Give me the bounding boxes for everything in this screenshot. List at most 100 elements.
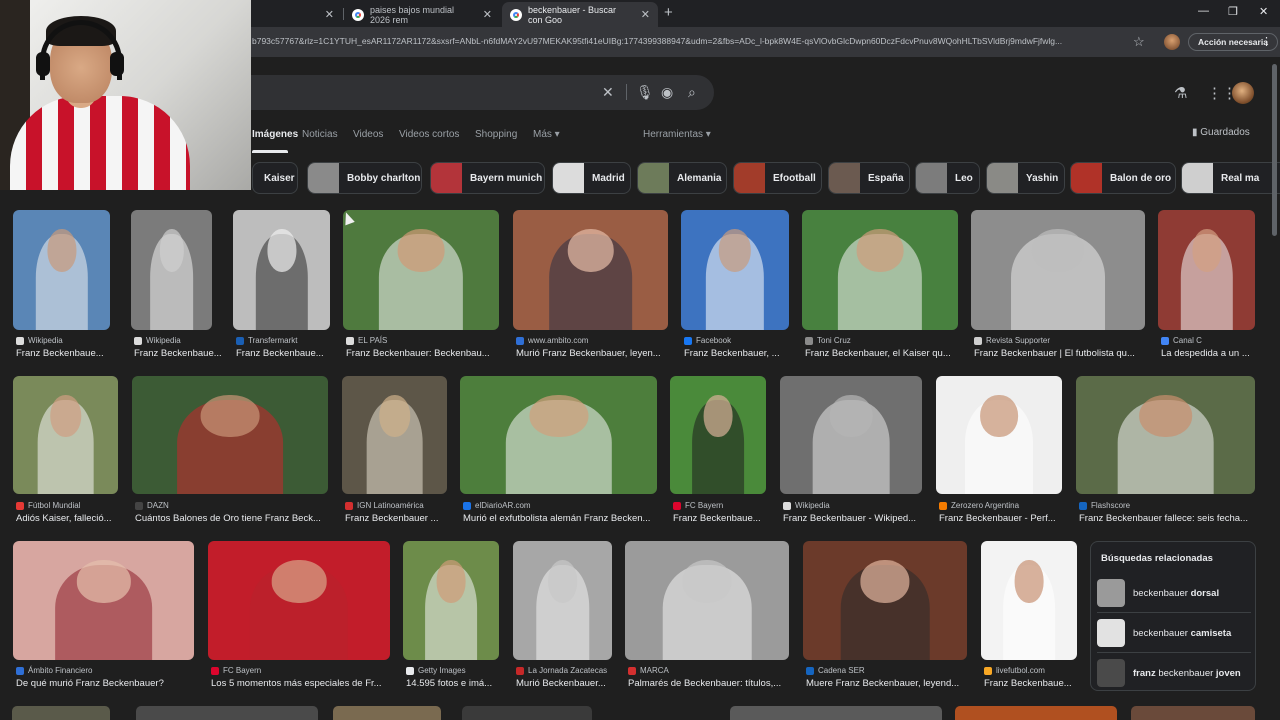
image-result-partial[interactable]: [333, 706, 441, 720]
image-result-partial[interactable]: [1131, 706, 1255, 720]
voice-search-icon[interactable]: 🎙: [636, 84, 654, 101]
url-field[interactable]: b793c57767&rlz=1C1YTUH_esAR1172AR1172&sx…: [252, 36, 1122, 46]
result-source[interactable]: Fútbol Mundial: [16, 501, 80, 510]
result-source[interactable]: IGN Latinoamérica: [345, 501, 424, 510]
chip-kaiser[interactable]: Kaiser: [252, 162, 298, 194]
image-result-partial[interactable]: [12, 706, 110, 720]
minimize-icon[interactable]: —: [1198, 5, 1209, 17]
result-source[interactable]: FC Bayern: [673, 501, 723, 510]
saved-button[interactable]: ▮ Guardados: [1192, 127, 1250, 138]
result-source[interactable]: FC Bayern: [211, 666, 261, 675]
image-result-thumbnail[interactable]: [1158, 210, 1255, 330]
chip-alemania[interactable]: Alemania: [637, 162, 727, 194]
related-search-item[interactable]: beckenbauer dorsal: [1097, 578, 1251, 608]
chip-leo[interactable]: Leo: [915, 162, 980, 194]
result-caption[interactable]: Franz Beckenbaue...: [134, 348, 222, 359]
result-caption[interactable]: Franz Beckenbauer - Perf...: [939, 513, 1056, 524]
result-caption[interactable]: De qué murió Franz Beckenbauer?: [16, 678, 164, 689]
image-result-thumbnail[interactable]: [131, 210, 212, 330]
tab-short-videos[interactable]: Videos cortos: [399, 129, 459, 140]
browser-tab[interactable]: ✕: [252, 2, 342, 27]
more-menu-icon[interactable]: ⋮: [1261, 35, 1272, 48]
result-source[interactable]: Revista Supporter: [974, 336, 1050, 345]
image-result-thumbnail[interactable]: [670, 376, 766, 494]
image-result-partial[interactable]: [730, 706, 942, 720]
lens-search-icon[interactable]: ◉: [661, 84, 673, 101]
clear-search-icon[interactable]: ✕: [602, 84, 614, 101]
search-icon[interactable]: ⌕: [688, 84, 696, 101]
chip-espana[interactable]: España: [828, 162, 910, 194]
result-caption[interactable]: Muere Franz Beckenbauer, leyend...: [806, 678, 959, 689]
image-result-thumbnail[interactable]: [513, 541, 612, 660]
result-source[interactable]: Getty Images: [406, 666, 466, 675]
chip-balon-de-oro[interactable]: Balon de oro: [1070, 162, 1176, 194]
result-caption[interactable]: Franz Beckenbauer, ...: [684, 348, 780, 359]
result-caption[interactable]: Adiós Kaiser, falleció...: [16, 513, 112, 524]
result-caption[interactable]: Franz Beckenbauer, el Kaiser qu...: [805, 348, 951, 359]
image-result-partial[interactable]: [136, 706, 318, 720]
image-result-thumbnail[interactable]: [936, 376, 1062, 494]
result-source[interactable]: Cadena SER: [806, 666, 865, 675]
chip-efootball[interactable]: Efootball: [733, 162, 822, 194]
image-result-partial[interactable]: [955, 706, 1117, 720]
image-result-thumbnail[interactable]: [233, 210, 330, 330]
new-tab-icon[interactable]: +: [664, 4, 673, 21]
chip-real-madrid[interactable]: Real ma: [1181, 162, 1280, 194]
result-caption[interactable]: Franz Beckenbauer | El futbolista qu...: [974, 348, 1135, 359]
tab-images[interactable]: Imágenes: [252, 129, 298, 140]
result-caption[interactable]: Franz Beckenbaue...: [16, 348, 104, 359]
image-result-thumbnail[interactable]: [13, 541, 194, 660]
tools-button[interactable]: Herramientas ▾: [643, 129, 711, 140]
result-caption[interactable]: Los 5 momentos más especiales de Fr...: [211, 678, 382, 689]
result-source[interactable]: La Jornada Zacatecas: [516, 666, 607, 675]
chip-yashin[interactable]: Yashin: [986, 162, 1065, 194]
result-source[interactable]: EL PAÍS: [346, 336, 387, 345]
result-caption[interactable]: Palmarés de Beckenbauer: títulos,...: [628, 678, 781, 689]
result-source[interactable]: MARCA: [628, 666, 669, 675]
image-result-thumbnail[interactable]: [780, 376, 922, 494]
close-window-icon[interactable]: ✕: [1259, 5, 1268, 18]
close-tab-icon[interactable]: ✕: [317, 8, 334, 21]
image-result-thumbnail[interactable]: [460, 376, 657, 494]
result-caption[interactable]: Franz Beckenbauer ...: [345, 513, 438, 524]
bookmark-star-icon[interactable]: ☆: [1133, 34, 1145, 50]
image-result-partial[interactable]: [462, 706, 592, 720]
google-account-avatar[interactable]: [1232, 82, 1254, 104]
browser-profile-avatar[interactable]: [1164, 34, 1180, 50]
result-source[interactable]: Zerozero Argentina: [939, 501, 1019, 510]
result-caption[interactable]: Murió el exfutbolista alemán Franz Becke…: [463, 513, 650, 524]
image-result-thumbnail[interactable]: [625, 541, 789, 660]
result-source[interactable]: Canal C: [1161, 336, 1202, 345]
labs-flask-icon[interactable]: ⚗: [1174, 84, 1187, 102]
result-caption[interactable]: 14.595 fotos e imá...: [406, 678, 492, 689]
result-caption[interactable]: Franz Beckenbauer fallece: seis fecha...: [1079, 513, 1248, 524]
image-result-thumbnail[interactable]: [803, 541, 967, 660]
result-caption[interactable]: Franz Beckenbaue...: [236, 348, 324, 359]
result-source[interactable]: elDiarioAR.com: [463, 501, 531, 510]
image-result-thumbnail[interactable]: [343, 210, 499, 330]
browser-tab-active[interactable]: beckenbauer - Buscar con Goo ✕: [502, 2, 658, 27]
page-scrollbar[interactable]: [1272, 64, 1277, 236]
close-tab-icon[interactable]: ✕: [633, 8, 650, 21]
result-source[interactable]: livefutbol.com: [984, 666, 1045, 675]
result-caption[interactable]: Murió Franz Beckenbauer, leyen...: [516, 348, 661, 359]
image-result-thumbnail[interactable]: [13, 210, 110, 330]
result-source[interactable]: Transfermarkt: [236, 336, 298, 345]
related-search-item[interactable]: beckenbauer camiseta: [1097, 618, 1251, 648]
chip-bobby-charlton[interactable]: Bobby charlton: [307, 162, 422, 194]
chip-madrid[interactable]: Madrid: [552, 162, 631, 194]
chip-bayern-munich[interactable]: Bayern munich: [430, 162, 545, 194]
related-search-item[interactable]: franz beckenbauer joven: [1097, 658, 1251, 688]
tab-more[interactable]: Más ▾: [533, 129, 560, 140]
result-source[interactable]: Wikipedia: [783, 501, 830, 510]
image-result-thumbnail[interactable]: [208, 541, 390, 660]
image-result-thumbnail[interactable]: [403, 541, 499, 660]
image-result-thumbnail[interactable]: [971, 210, 1145, 330]
browser-tab[interactable]: paises bajos mundial 2026 rem ✕: [344, 2, 500, 27]
image-result-thumbnail[interactable]: [13, 376, 118, 494]
result-caption[interactable]: Franz Beckenbauer - Wikiped...: [783, 513, 916, 524]
image-result-thumbnail[interactable]: [342, 376, 447, 494]
tab-shopping[interactable]: Shopping: [475, 129, 517, 140]
result-source[interactable]: Facebook: [684, 336, 731, 345]
result-caption[interactable]: Cuántos Balones de Oro tiene Franz Beck.…: [135, 513, 321, 524]
